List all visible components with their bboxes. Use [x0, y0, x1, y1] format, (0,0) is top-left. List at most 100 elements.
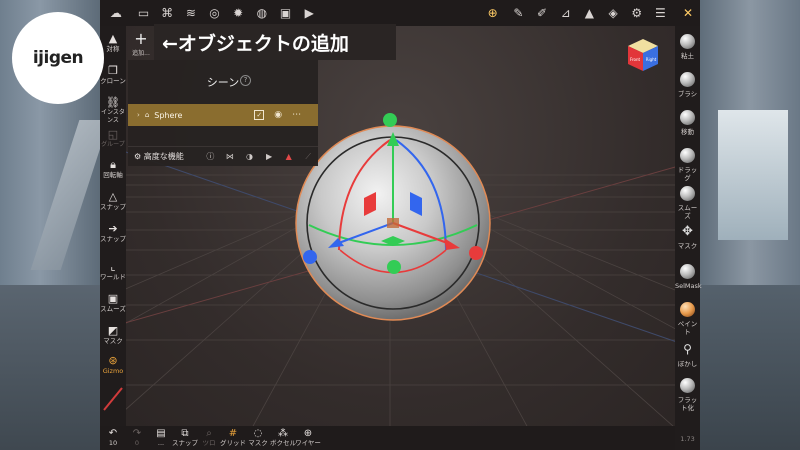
lock-icon: 🔒︎ — [110, 158, 116, 171]
flatten-icon — [680, 378, 695, 393]
add-object-button[interactable]: + 追加... — [128, 30, 154, 60]
gizmo-center[interactable] — [387, 218, 399, 228]
cloud-icon[interactable]: ☁ — [104, 1, 128, 25]
tool-pivot[interactable]: 🔒︎ 回転軸 — [100, 158, 126, 179]
undo-icon: ↶ — [108, 428, 118, 439]
history-button[interactable]: ▤ ... — [148, 428, 174, 447]
gizmo-scale-handle[interactable] — [387, 260, 401, 274]
search-icon: ⌕ — [206, 428, 212, 439]
backdrop-right — [700, 0, 800, 450]
move-icon — [680, 110, 695, 125]
edit-icon[interactable]: ⟋ — [298, 152, 318, 162]
tools-icon[interactable]: ✕ — [676, 1, 700, 25]
plus-icon: + — [134, 29, 148, 48]
right-toolbar: 粘土 ブラシ 移動 ドラッグ スムーズ ✥ マスク SelMask ペイント ⚲… — [675, 26, 702, 450]
brush-flatten[interactable]: フラット化 — [675, 378, 700, 412]
brush-smooth[interactable]: スムーズ — [675, 186, 700, 220]
grid-button[interactable]: # グリッド — [220, 428, 246, 447]
redo-button[interactable]: ↷ 0 — [124, 428, 150, 447]
stack-icon[interactable]: ◈ — [601, 1, 625, 25]
node-tree-icon[interactable]: ⌘ — [155, 1, 179, 25]
material-icon[interactable]: ▲ — [279, 152, 299, 161]
book-icon: ▤ — [156, 428, 166, 439]
snapshot-button[interactable]: ⧉ スナップ — [172, 428, 198, 447]
visibility-eye-icon[interactable]: ◉ — [274, 110, 282, 120]
voxel-icon: ⁂ — [278, 428, 288, 439]
layers-icon[interactable]: ≋ — [179, 1, 203, 25]
more-options-icon[interactable]: ⋯ — [292, 110, 301, 120]
snapshot-icon: ⧉ — [181, 428, 189, 439]
wireframe-button[interactable]: ⊕ ワイヤー — [295, 428, 321, 447]
sliders-icon[interactable]: ☰ — [649, 1, 673, 25]
camera-icon[interactable]: ▶ — [297, 1, 321, 25]
brush-brush[interactable]: ブラシ — [675, 72, 700, 98]
voxel-button[interactable]: ⁂ ボクセル — [270, 428, 296, 447]
left-toolbar: ▲ 対称 ❐ クローン ⛓ インスタンス ◱ グループ 🔒︎ 回転軸 △ スナッ… — [100, 26, 126, 426]
instance-icon: ⛓ — [106, 96, 120, 109]
smooth-icon: ▣ — [107, 292, 119, 305]
scene-panel: シーン ? › ⌂ Sphere ✓ ◉ ⋯ ⚙ 高度な機能 ⓘ ⋈ ◑ ▶ ▲… — [128, 60, 318, 166]
advanced-features-button[interactable]: ⚙ 高度な機能 — [134, 151, 201, 162]
color-swatch[interactable] — [100, 384, 126, 414]
brush-clay[interactable]: 粘土 — [675, 34, 700, 60]
brush-move[interactable]: 移動 — [675, 110, 700, 136]
sphere-icon[interactable]: ◍ — [250, 1, 274, 25]
help-icon[interactable]: ⓘ — [201, 151, 221, 162]
object-checkbox[interactable]: ✓ — [254, 110, 265, 120]
view-cube[interactable]: Front Right — [626, 38, 660, 72]
globe-icon[interactable]: ◎ — [203, 1, 227, 25]
undo-button[interactable]: ↶ 10 — [100, 428, 126, 447]
brush-selmask[interactable]: SelMask — [675, 264, 702, 290]
pen-icon[interactable]: ✎ — [507, 1, 531, 25]
mask-icon: ◌ — [253, 428, 263, 439]
brush-blur[interactable]: ⚲ ぼかし — [675, 342, 700, 368]
gizmo-z-handle[interactable] — [303, 250, 317, 264]
gizmo-icon: ⊛ — [108, 354, 118, 367]
search-button[interactable]: ⌕ ツロ — [196, 428, 222, 447]
version-label: 1.73 — [680, 435, 695, 443]
ruler-icon[interactable]: ⊿ — [554, 1, 578, 25]
chevron-right-icon[interactable]: › — [137, 111, 140, 119]
tool-gizmo[interactable]: ⊛ Gizmo — [100, 354, 126, 375]
help-icon[interactable]: ? — [240, 75, 251, 86]
stroke-preview-icon — [103, 387, 123, 411]
brush-drag[interactable]: ドラッグ — [675, 148, 700, 182]
eyedropper-icon[interactable]: ✐ — [530, 1, 554, 25]
grid-icon: # — [228, 428, 238, 439]
tool-snap[interactable]: △ スナップ — [100, 190, 126, 211]
sun-icon[interactable]: ✹ — [226, 1, 250, 25]
clone-icon: ❐ — [108, 64, 118, 77]
backdrop-floor-right — [700, 285, 800, 450]
tool-world[interactable]: ⌞ ワールド — [100, 260, 126, 281]
tool-instance[interactable]: ⛓ インスタンス — [100, 96, 126, 125]
tool-group[interactable]: ◱ グループ — [100, 128, 126, 149]
gizmo-icon[interactable]: ⊕ — [481, 1, 505, 25]
tool-symmetry[interactable]: ▲ 対称 — [100, 32, 126, 53]
object-name: Sphere — [154, 110, 183, 120]
scene-object-row[interactable]: › ⌂ Sphere ✓ ◉ ⋯ — [128, 104, 318, 126]
image-icon[interactable]: ▣ — [274, 1, 298, 25]
tool-smooth[interactable]: ▣ スムーズ — [100, 292, 126, 313]
backdrop-beam — [30, 120, 110, 270]
tool-mask[interactable]: ◩ マスク — [100, 324, 126, 345]
triangle-icon[interactable]: ▲ — [578, 1, 602, 25]
backdrop-floor — [0, 285, 100, 450]
camera-icon[interactable]: ▶ — [259, 152, 279, 161]
gizmo-x-handle[interactable] — [469, 246, 483, 260]
mask-toggle-button[interactable]: ◌ マスク — [245, 428, 271, 447]
scene-panel-footer: ⚙ 高度な機能 ⓘ ⋈ ◑ ▶ ▲ ⟋ — [128, 146, 318, 166]
tool-snap-arrow[interactable]: ➔ スナップ — [100, 222, 126, 243]
light-icon[interactable]: ◑ — [240, 152, 260, 161]
selmask-icon — [680, 264, 695, 279]
brush-paint[interactable]: ペイント — [675, 302, 700, 336]
brush-mask[interactable]: ✥ マスク — [675, 224, 700, 250]
share-icon[interactable]: ⋈ — [220, 152, 240, 161]
folder-icon[interactable]: ▭ — [132, 1, 156, 25]
gizmo-y-handle[interactable] — [383, 113, 397, 127]
group-icon: ◱ — [107, 128, 119, 141]
snap-icon: △ — [108, 190, 118, 203]
gear-icon[interactable]: ⚙ — [625, 1, 649, 25]
gear-icon: ⚙ — [134, 152, 144, 161]
symmetry-icon: ▲ — [108, 32, 118, 45]
tool-clone[interactable]: ❐ クローン — [100, 64, 126, 85]
